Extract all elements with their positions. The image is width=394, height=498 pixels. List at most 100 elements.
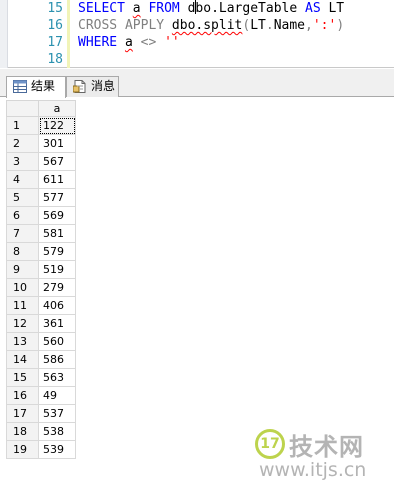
code-token: . [265,18,274,33]
line-number: 15 [47,1,63,16]
row-number[interactable]: 8 [6,242,39,261]
row-number[interactable]: 9 [6,260,39,279]
results-tab-bar: 结果 消息 [0,69,394,98]
table-row[interactable]: 1 122 [6,116,76,135]
code-token: WHERE [78,35,118,50]
table-row[interactable]: 4 611 [6,170,76,189]
table-row[interactable]: 19 539 [6,440,76,459]
cell-a[interactable]: 577 [38,188,76,207]
code-token: ':' [312,18,337,33]
tab-messages-label: 消息 [91,79,116,93]
cell-a[interactable]: 301 [38,134,76,153]
table-row[interactable]: 3 567 [6,152,76,171]
row-number[interactable]: 14 [6,350,39,369]
code-token: AS [305,1,321,16]
code-line[interactable]: 16 CROSS APPLY dbo.split(LT.Name,':') [0,17,394,34]
row-number[interactable]: 16 [6,386,39,405]
table-row[interactable]: 11 406 [6,296,76,315]
row-number[interactable]: 17 [6,404,39,423]
cell-a[interactable]: 579 [38,242,76,261]
cell-a[interactable]: 539 [38,440,76,459]
row-number[interactable]: 11 [6,296,39,315]
row-number[interactable]: 15 [6,368,39,387]
sql-editor[interactable]: 15 SELECT a FROM dbo.LargeTable AS LT 16 CR… [0,0,394,68]
code-text: CROSS APPLY dbo.split(LT.Name,':') [78,17,344,34]
row-number[interactable]: 1 [6,116,39,135]
grid-corner[interactable] [6,100,39,117]
code-line[interactable]: 17 WHERE a <> '' [0,34,394,51]
row-number[interactable]: 6 [6,206,39,225]
tab-results-label: 结果 [31,79,56,93]
column-header-a[interactable]: a [38,100,76,117]
code-token: dbo.split [171,18,243,33]
cell-a[interactable]: 563 [38,368,76,387]
cell-a[interactable]: 49 [38,386,76,405]
cell-a[interactable]: 537 [38,404,76,423]
code-token: '' [164,35,180,50]
line-number: 16 [47,18,63,33]
line-number: 18 [47,52,63,67]
cell-a[interactable]: 569 [38,206,76,225]
watermark-url: www.itjs.cn [259,459,367,481]
cell-a[interactable]: 519 [38,260,76,279]
table-row[interactable]: 18 538 [6,422,76,441]
table-row[interactable]: 6 569 [6,206,76,225]
table-row[interactable]: 2 301 [6,134,76,153]
table-row[interactable]: 13 560 [6,332,76,351]
cell-a[interactable]: 279 [38,278,76,297]
tab-messages[interactable]: 消息 [66,76,119,97]
code-token: ) [336,18,345,33]
line-number: 17 [47,35,63,50]
message-document-icon [73,80,86,93]
table-row[interactable]: 9 519 [6,260,76,279]
table-row[interactable]: 10 279 [6,278,76,297]
table-row[interactable]: 15 563 [6,368,76,387]
table-row[interactable]: 5 577 [6,188,76,207]
code-token: a [132,1,141,16]
code-line[interactable]: 15 SELECT a FROM dbo.LargeTable AS LT [0,0,394,17]
row-number[interactable]: 2 [6,134,39,153]
cell-a[interactable]: 586 [38,350,76,369]
code-token: <> [140,35,157,50]
cell-a[interactable]: 538 [38,422,76,441]
code-line[interactable]: 18 [0,51,394,68]
cell-a[interactable]: 581 [38,224,76,243]
cell-a[interactable]: 567 [38,152,76,171]
table-row[interactable]: 7 581 [6,224,76,243]
cell-a[interactable]: 611 [38,170,76,189]
row-number[interactable]: 3 [6,152,39,171]
table-row[interactable]: 14 586 [6,350,76,369]
code-token: a [124,35,133,50]
cell-a[interactable]: 122 [38,116,76,135]
row-number[interactable]: 13 [6,332,39,351]
code-token: bo.LargeTable [195,1,298,16]
row-number[interactable]: 19 [6,440,39,459]
row-number[interactable]: 12 [6,314,39,333]
code-token: SELECT [78,1,125,16]
code-token: Name [273,18,305,33]
row-number[interactable]: 4 [6,170,39,189]
row-number[interactable]: 5 [6,188,39,207]
code-token: LT [250,18,266,33]
table-row[interactable]: 12 361 [6,314,76,333]
row-number[interactable]: 7 [6,224,39,243]
code-token: , [305,18,313,33]
watermark: 17 技术网 www.itjs.cn [255,423,390,483]
grid-icon [13,80,27,93]
cell-a[interactable]: 361 [38,314,76,333]
row-number[interactable]: 10 [6,278,39,297]
tab-results[interactable]: 结果 [6,76,66,98]
code-text: WHERE a <> '' [78,34,180,51]
table-row[interactable]: 16 49 [6,386,76,405]
row-number[interactable]: 18 [6,422,39,441]
cell-a[interactable]: 560 [38,332,76,351]
code-token: FROM [148,1,180,16]
cell-a[interactable]: 406 [38,296,76,315]
table-row[interactable]: 8 579 [6,242,76,261]
table-row[interactable]: 17 537 [6,404,76,423]
